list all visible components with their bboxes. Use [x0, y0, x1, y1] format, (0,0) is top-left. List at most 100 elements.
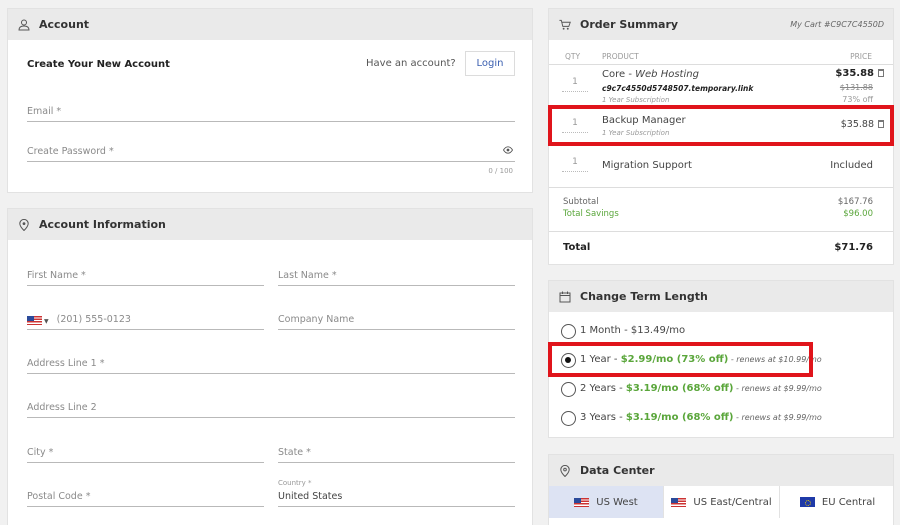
- totals-section: Subtotal $167.76 Total Savings $96.00: [549, 187, 893, 231]
- us-flag-icon: [574, 497, 590, 507]
- term-length-header: Change Term Length: [549, 281, 893, 312]
- company-field[interactable]: Company Name: [278, 308, 515, 330]
- phone-field[interactable]: ▼ (201) 555-0123: [27, 308, 264, 330]
- item-subscription: 1 Year Subscription: [602, 129, 670, 137]
- item-qty[interactable]: 1: [562, 77, 588, 92]
- item-name-italic: Web Hosting: [635, 69, 699, 80]
- create-account-title: Create Your New Account: [27, 59, 170, 70]
- country-select[interactable]: United States: [278, 485, 515, 507]
- term-option-1-month-radio[interactable]: [561, 324, 576, 339]
- password-placeholder: Create Password *: [27, 146, 114, 157]
- savings-label: Total Savings: [563, 209, 619, 219]
- calendar-icon: [559, 291, 571, 303]
- account-header-title: Account: [39, 18, 90, 31]
- account-header: Account: [8, 9, 532, 40]
- item-price: $35.88: [835, 68, 884, 79]
- state-field[interactable]: State *: [278, 441, 515, 463]
- term-length-title: Change Term Length: [580, 290, 708, 303]
- term-option-label: 2 Years -: [580, 383, 626, 394]
- total-row: Total $71.76: [549, 231, 893, 264]
- term-option-1-year-radio[interactable]: [561, 353, 576, 368]
- user-icon: [18, 19, 30, 31]
- dc-label: US West: [596, 496, 638, 508]
- item-qty[interactable]: 1: [562, 157, 588, 172]
- item-name: Backup Manager: [602, 115, 686, 126]
- address-line-2-field[interactable]: Address Line 2: [27, 396, 515, 418]
- term-option-1-month[interactable]: 1 Month - $13.49/mo: [580, 325, 685, 336]
- item-name: Migration Support: [602, 160, 692, 171]
- term-option-renew: - renews at $10.99/mo: [728, 355, 822, 364]
- dc-us-west[interactable]: US West: [549, 486, 664, 518]
- subtotal-label: Subtotal: [563, 197, 599, 207]
- savings-value: $96.00: [843, 209, 873, 219]
- term-option-label: 1 Month - $13.49/mo: [580, 325, 686, 336]
- password-counter: 0 / 100: [488, 167, 513, 175]
- dc-label: US East/Central: [693, 496, 772, 508]
- term-option-3-years[interactable]: 3 Years - $3.19/mo (68% off) - renews at…: [580, 412, 822, 423]
- trash-icon[interactable]: [878, 69, 884, 77]
- cart-icon: [559, 19, 571, 31]
- term-option-label: 1 Year -: [580, 354, 621, 365]
- have-account-text: Have an account?: [366, 58, 456, 69]
- order-summary-header: Order Summary My Cart #C9C7C4550D: [549, 9, 893, 40]
- data-center-header: Data Center: [549, 455, 893, 486]
- item-domain: c9c7c4550d5748507.temporary.link: [602, 84, 754, 93]
- us-flag-icon: [671, 497, 687, 507]
- account-info-header: Account Information: [8, 209, 532, 240]
- login-button[interactable]: Login: [465, 51, 515, 76]
- term-option-1-year[interactable]: 1 Year - $2.99/mo (73% off) - renews at …: [580, 354, 822, 365]
- item-price-value: $35.88: [840, 119, 874, 130]
- item-subscription: 1 Year Subscription: [602, 96, 670, 104]
- country-code-chevron-icon[interactable]: ▼: [44, 318, 49, 325]
- term-option-label: 3 Years -: [580, 412, 626, 423]
- item-name: Core - Web Hosting: [602, 69, 699, 80]
- col-price-header: PRICE: [850, 52, 872, 61]
- term-option-price: $3.19/mo (68% off): [625, 383, 734, 394]
- total-value: $71.76: [834, 242, 873, 253]
- term-length-panel: Change Term Length 1 Month - $13.49/mo 1…: [548, 280, 894, 438]
- term-option-price: $2.99/mo (73% off): [620, 354, 729, 365]
- item-price: $35.88: [841, 119, 884, 130]
- col-qty-header: QTY: [565, 52, 581, 61]
- account-panel: Account Create Your New Account Have an …: [7, 8, 533, 193]
- total-label: Total: [563, 242, 591, 253]
- term-option-2-years-radio[interactable]: [561, 382, 576, 397]
- dc-label: EU Central: [821, 496, 876, 508]
- dc-us-east-central[interactable]: US East/Central: [664, 486, 780, 518]
- dc-eu-central[interactable]: EU Central: [780, 486, 893, 518]
- location-pin-icon: [18, 218, 30, 231]
- eye-icon[interactable]: [502, 146, 514, 157]
- account-info-panel: Account Information First Name * Last Na…: [7, 208, 533, 525]
- first-name-field[interactable]: First Name *: [27, 264, 264, 286]
- trash-icon[interactable]: [878, 120, 884, 128]
- us-flag-icon[interactable]: [27, 316, 42, 325]
- password-field[interactable]: Create Password *: [27, 140, 515, 162]
- postal-code-field[interactable]: Postal Code *: [27, 485, 264, 507]
- subtotal-value: $167.76: [837, 197, 873, 207]
- item-discount: 73% off: [842, 95, 873, 104]
- term-option-renew: - renews at $9.99/mo: [733, 413, 822, 422]
- data-center-options: US West US East/Central EU Central: [549, 486, 893, 519]
- data-center-panel: Data Center US West US East/Central EU C…: [548, 454, 894, 525]
- order-item-migration: 1 Migration Support Included: [549, 144, 893, 187]
- item-old-price: $131.88: [839, 83, 873, 92]
- cart-id: My Cart #C9C7C4550D: [790, 20, 884, 29]
- order-summary-panel: Order Summary My Cart #C9C7C4550D QTY PR…: [548, 8, 894, 265]
- term-option-price: $3.19/mo (68% off): [625, 412, 734, 423]
- last-name-field[interactable]: Last Name *: [278, 264, 515, 286]
- email-field[interactable]: Email *: [27, 100, 515, 122]
- data-center-title: Data Center: [580, 464, 655, 477]
- eu-flag-icon: [799, 497, 815, 507]
- item-price: Included: [830, 160, 873, 171]
- city-field[interactable]: City *: [27, 441, 264, 463]
- order-summary-title: Order Summary: [580, 18, 679, 31]
- item-qty[interactable]: 1: [562, 118, 588, 133]
- address-line-1-field[interactable]: Address Line 1 *: [27, 352, 515, 374]
- order-item-core: 1 Core - Web Hosting c9c7c4550d5748507.t…: [549, 64, 893, 108]
- term-option-2-years[interactable]: 2 Years - $3.19/mo (68% off) - renews at…: [580, 383, 822, 394]
- phone-placeholder: (201) 555-0123: [56, 314, 131, 325]
- term-option-renew: - renews at $9.99/mo: [733, 384, 822, 393]
- col-product-header: PRODUCT: [602, 52, 639, 61]
- term-option-3-years-radio[interactable]: [561, 411, 576, 426]
- account-info-header-title: Account Information: [39, 218, 166, 231]
